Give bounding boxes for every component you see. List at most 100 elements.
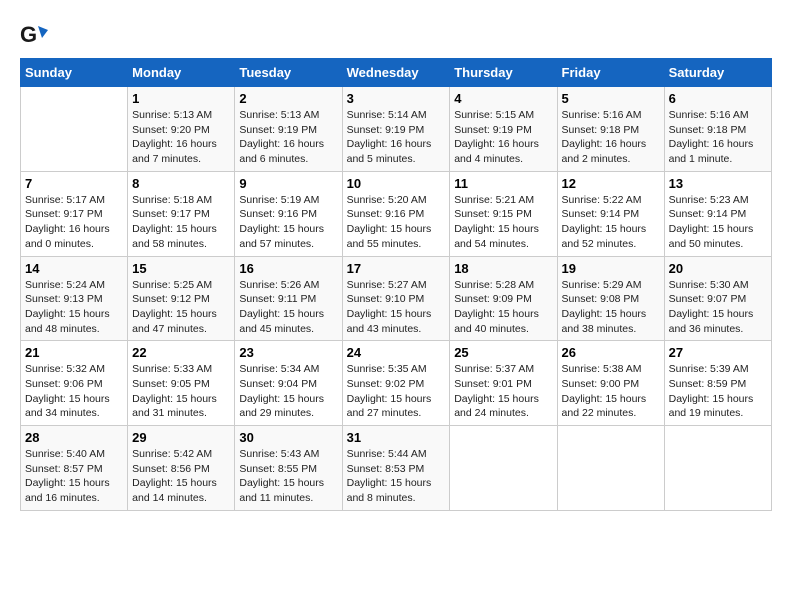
day-info: Sunrise: 5:22 AMSunset: 9:14 PMDaylight:… [562, 193, 660, 252]
day-number: 6 [669, 91, 767, 106]
calendar-cell: 17 Sunrise: 5:27 AMSunset: 9:10 PMDayligh… [342, 256, 450, 341]
calendar-cell: 26 Sunrise: 5:38 AMSunset: 9:00 PMDayligh… [557, 341, 664, 426]
day-number: 3 [347, 91, 446, 106]
day-info: Sunrise: 5:34 AMSunset: 9:04 PMDaylight:… [239, 362, 337, 421]
calendar-cell: 15Sunrise: 5:25 AMSunset: 9:12 PMDayligh… [128, 256, 235, 341]
day-number: 8 [132, 176, 230, 191]
day-info: Sunrise: 5:35 AMSunset: 9:02 PMDaylight:… [347, 362, 446, 421]
day-info: Sunrise: 5:39 AMSunset: 8:59 PMDaylight:… [669, 362, 767, 421]
calendar-cell: 24 Sunrise: 5:35 AMSunset: 9:02 PMDayligh… [342, 341, 450, 426]
calendar-cell: 13 Sunrise: 5:23 AMSunset: 9:14 PMDayligh… [664, 171, 771, 256]
day-info: Sunrise: 5:13 AMSunset: 9:19 PMDaylight:… [239, 108, 337, 167]
calendar-cell: 12 Sunrise: 5:22 AMSunset: 9:14 PMDayligh… [557, 171, 664, 256]
day-info: Sunrise: 5:16 AMSunset: 9:18 PMDaylight:… [669, 108, 767, 167]
calendar-cell: 6 Sunrise: 5:16 AMSunset: 9:18 PMDaylight… [664, 87, 771, 172]
logo-icon: G [20, 20, 48, 48]
calendar-cell: 16 Sunrise: 5:26 AMSunset: 9:11 PMDayligh… [235, 256, 342, 341]
calendar-cell: 7Sunrise: 5:17 AMSunset: 9:17 PMDaylight… [21, 171, 128, 256]
calendar-table: SundayMondayTuesdayWednesdayThursdayFrid… [20, 58, 772, 511]
calendar-cell [557, 426, 664, 511]
day-info: Sunrise: 5:27 AMSunset: 9:10 PMDaylight:… [347, 278, 446, 337]
day-number: 25 [454, 345, 552, 360]
day-number: 18 [454, 261, 552, 276]
calendar-cell: 5Sunrise: 5:16 AMSunset: 9:18 PMDaylight… [557, 87, 664, 172]
day-info: Sunrise: 5:42 AMSunset: 8:56 PMDaylight:… [132, 447, 230, 506]
column-header-thursday: Thursday [450, 59, 557, 87]
calendar-cell: 14 Sunrise: 5:24 AMSunset: 9:13 PMDayligh… [21, 256, 128, 341]
calendar-week-2: 7Sunrise: 5:17 AMSunset: 9:17 PMDaylight… [21, 171, 772, 256]
day-number: 12 [562, 176, 660, 191]
day-info: Sunrise: 5:21 AMSunset: 9:15 PMDaylight:… [454, 193, 552, 252]
day-number: 22 [132, 345, 230, 360]
day-number: 11 [454, 176, 552, 191]
calendar-week-5: 28 Sunrise: 5:40 AMSunset: 8:57 PMDayligh… [21, 426, 772, 511]
day-number: 2 [239, 91, 337, 106]
day-info: Sunrise: 5:33 AMSunset: 9:05 PMDaylight:… [132, 362, 230, 421]
logo: G [20, 20, 52, 48]
calendar-cell: 9 Sunrise: 5:19 AMSunset: 9:16 PMDaylight… [235, 171, 342, 256]
day-number: 17 [347, 261, 446, 276]
column-header-wednesday: Wednesday [342, 59, 450, 87]
day-info: Sunrise: 5:43 AMSunset: 8:55 PMDaylight:… [239, 447, 337, 506]
day-info: Sunrise: 5:37 AMSunset: 9:01 PMDaylight:… [454, 362, 552, 421]
day-number: 28 [25, 430, 123, 445]
day-info: Sunrise: 5:19 AMSunset: 9:16 PMDaylight:… [239, 193, 337, 252]
calendar-cell: 18 Sunrise: 5:28 AMSunset: 9:09 PMDayligh… [450, 256, 557, 341]
calendar-header-row: SundayMondayTuesdayWednesdayThursdayFrid… [21, 59, 772, 87]
svg-text:G: G [20, 22, 37, 47]
day-number: 9 [239, 176, 337, 191]
day-number: 27 [669, 345, 767, 360]
day-info: Sunrise: 5:28 AMSunset: 9:09 PMDaylight:… [454, 278, 552, 337]
day-number: 14 [25, 261, 123, 276]
calendar-week-4: 21Sunrise: 5:32 AMSunset: 9:06 PMDayligh… [21, 341, 772, 426]
calendar-cell: 21Sunrise: 5:32 AMSunset: 9:06 PMDayligh… [21, 341, 128, 426]
day-number: 24 [347, 345, 446, 360]
day-number: 29 [132, 430, 230, 445]
calendar-cell [450, 426, 557, 511]
day-info: Sunrise: 5:30 AMSunset: 9:07 PMDaylight:… [669, 278, 767, 337]
calendar-cell: 25 Sunrise: 5:37 AMSunset: 9:01 PMDayligh… [450, 341, 557, 426]
day-number: 15 [132, 261, 230, 276]
day-info: Sunrise: 5:44 AMSunset: 8:53 PMDaylight:… [347, 447, 446, 506]
calendar-cell: 19 Sunrise: 5:29 AMSunset: 9:08 PMDayligh… [557, 256, 664, 341]
day-number: 4 [454, 91, 552, 106]
day-info: Sunrise: 5:20 AMSunset: 9:16 PMDaylight:… [347, 193, 446, 252]
day-info: Sunrise: 5:40 AMSunset: 8:57 PMDaylight:… [25, 447, 123, 506]
day-number: 1 [132, 91, 230, 106]
day-number: 16 [239, 261, 337, 276]
page-header: G [20, 20, 772, 48]
column-header-sunday: Sunday [21, 59, 128, 87]
calendar-cell: 3 Sunrise: 5:14 AMSunset: 9:19 PMDaylight… [342, 87, 450, 172]
calendar-cell: 8 Sunrise: 5:18 AMSunset: 9:17 PMDaylight… [128, 171, 235, 256]
day-number: 23 [239, 345, 337, 360]
day-number: 10 [347, 176, 446, 191]
day-info: Sunrise: 5:24 AMSunset: 9:13 PMDaylight:… [25, 278, 123, 337]
day-info: Sunrise: 5:38 AMSunset: 9:00 PMDaylight:… [562, 362, 660, 421]
calendar-cell: 22 Sunrise: 5:33 AMSunset: 9:05 PMDayligh… [128, 341, 235, 426]
day-info: Sunrise: 5:14 AMSunset: 9:19 PMDaylight:… [347, 108, 446, 167]
day-number: 21 [25, 345, 123, 360]
column-header-monday: Monday [128, 59, 235, 87]
calendar-cell: 30 Sunrise: 5:43 AMSunset: 8:55 PMDayligh… [235, 426, 342, 511]
calendar-cell: 31Sunrise: 5:44 AMSunset: 8:53 PMDayligh… [342, 426, 450, 511]
day-number: 26 [562, 345, 660, 360]
day-number: 19 [562, 261, 660, 276]
calendar-cell: 29 Sunrise: 5:42 AMSunset: 8:56 PMDayligh… [128, 426, 235, 511]
day-info: Sunrise: 5:23 AMSunset: 9:14 PMDaylight:… [669, 193, 767, 252]
calendar-cell: 2 Sunrise: 5:13 AMSunset: 9:19 PMDaylight… [235, 87, 342, 172]
day-number: 5 [562, 91, 660, 106]
day-number: 30 [239, 430, 337, 445]
day-info: Sunrise: 5:18 AMSunset: 9:17 PMDaylight:… [132, 193, 230, 252]
day-info: Sunrise: 5:29 AMSunset: 9:08 PMDaylight:… [562, 278, 660, 337]
calendar-week-1: 1Sunrise: 5:13 AMSunset: 9:20 PMDaylight… [21, 87, 772, 172]
day-number: 13 [669, 176, 767, 191]
day-info: Sunrise: 5:26 AMSunset: 9:11 PMDaylight:… [239, 278, 337, 337]
day-number: 7 [25, 176, 123, 191]
calendar-cell: 11 Sunrise: 5:21 AMSunset: 9:15 PMDayligh… [450, 171, 557, 256]
calendar-week-3: 14 Sunrise: 5:24 AMSunset: 9:13 PMDayligh… [21, 256, 772, 341]
calendar-cell [664, 426, 771, 511]
column-header-friday: Friday [557, 59, 664, 87]
calendar-cell: 1Sunrise: 5:13 AMSunset: 9:20 PMDaylight… [128, 87, 235, 172]
column-header-tuesday: Tuesday [235, 59, 342, 87]
calendar-cell: 27 Sunrise: 5:39 AMSunset: 8:59 PMDayligh… [664, 341, 771, 426]
